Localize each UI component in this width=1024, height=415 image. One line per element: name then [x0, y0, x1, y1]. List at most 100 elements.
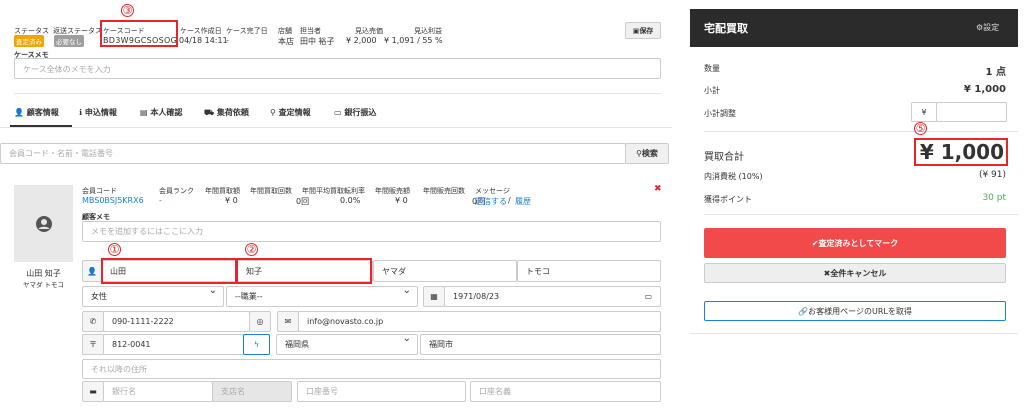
cancel-all-button[interactable]: ✖ 全件キャンセル — [704, 263, 1006, 283]
divider — [14, 93, 661, 94]
email-input[interactable]: info@novasto.co.jp — [298, 311, 661, 332]
case-memo-input[interactable]: ケース全体のメモを入力 — [14, 58, 661, 79]
postal-icon: 〒 — [82, 334, 104, 355]
phone-icon: ✆ — [82, 311, 104, 332]
staff-label: 担当者 — [300, 27, 321, 35]
message-label: メッセージ — [475, 187, 510, 195]
subtotal-adjust-input[interactable] — [936, 102, 1007, 122]
money-icon: ▭ — [334, 108, 345, 117]
job-select[interactable]: --職業-- — [226, 286, 418, 307]
user-avatar-icon — [35, 215, 52, 232]
total-label: 買取合計 — [704, 152, 744, 163]
subtotal-label: 小計 — [704, 86, 720, 95]
search-icon: ⚲ — [270, 108, 279, 117]
address-input[interactable]: それ以降の住所 — [82, 359, 661, 379]
lightning-icon[interactable]: ϟ — [243, 334, 270, 355]
customer-name: 山田 知子 — [26, 269, 61, 278]
city-input[interactable]: 福岡市 — [420, 334, 661, 355]
qty-label: 数量 — [704, 64, 720, 73]
est-profit-label: 見込利益 — [414, 27, 442, 35]
customer-memo-input[interactable]: メモを追加するにはここに入力 — [82, 221, 661, 242]
prefecture-select[interactable]: 福岡県 — [276, 334, 418, 355]
mail-icon: ✉ — [277, 311, 299, 332]
member-search-input[interactable]: 会員コード・名前・電話番号 — [0, 143, 626, 164]
credit-card-icon: ▬ — [82, 381, 104, 402]
account-number-input[interactable]: 口座番号 — [297, 381, 466, 402]
birthday-input[interactable]: 1971/08/23 ▭ — [444, 286, 661, 307]
search-button[interactable]: ⚲ 検索 — [625, 143, 669, 164]
annotation-box-case-code — [100, 20, 178, 47]
tax-value: (¥ 91) — [978, 170, 1006, 180]
qty-value: 1 点 — [985, 67, 1006, 78]
send-message-link[interactable]: 送信する — [475, 196, 507, 207]
user-icon: 👤 — [14, 108, 27, 117]
phone-input[interactable]: 090-1111-2222 — [103, 311, 250, 332]
buy-amount-label: 年間買取額 — [205, 187, 240, 195]
first-kana-input[interactable]: トモコ — [517, 260, 661, 282]
link-separator: / — [508, 196, 511, 205]
member-code-link[interactable]: MBS0BSJ5KRX6 — [82, 196, 144, 205]
est-profit-value: ¥ 1,091 / 55 % — [384, 36, 443, 45]
person-icon: 👤 — [82, 260, 102, 282]
panel-title: 宅配買取 — [704, 22, 748, 35]
tab-pickup[interactable]: ⛟ 集荷依頼 — [204, 107, 249, 118]
bank-name-input[interactable]: 銀行名 — [103, 381, 213, 402]
mark-assessed-button[interactable]: ✔ 査定済みとしてマーク — [704, 228, 1006, 258]
yen-addon: ¥ — [911, 102, 937, 122]
zip-input[interactable]: 812-0041 — [103, 334, 244, 355]
id-card-icon: ▤ — [140, 108, 151, 117]
annotation-3: ③ — [121, 4, 134, 17]
created-label: ケース作成日 — [180, 27, 222, 35]
sale-amount-label: 年間販売額 — [375, 187, 410, 195]
last-kana-input[interactable]: ヤマダ — [373, 260, 517, 282]
settings-button[interactable]: ⚙設定 — [976, 22, 999, 33]
sale-count-label: 年間販売回数 — [423, 187, 465, 195]
history-link[interactable]: 履歴 — [515, 196, 531, 207]
tab-customer[interactable]: 👤 顧客情報 — [14, 107, 59, 118]
store-label: 店舗 — [278, 27, 292, 35]
buy-count-value: 0回 — [296, 197, 310, 206]
annotation-box-first-name — [236, 258, 372, 284]
staff-value: 田中 裕子 — [300, 37, 335, 46]
points-label: 獲得ポイント — [704, 195, 752, 204]
annotation-1: ① — [108, 243, 121, 256]
calendar-icon: ▦ — [423, 286, 445, 307]
store-value: 本店 — [278, 37, 294, 46]
account-name-input[interactable]: 口座名義 — [470, 381, 661, 402]
tab-assessment[interactable]: ⚲ 査定情報 — [270, 107, 311, 118]
headset-icon[interactable]: ◎ — [249, 311, 271, 332]
tabs-divider — [0, 127, 672, 128]
avg-rate-value: 0.0% — [340, 196, 361, 205]
avg-rate-label: 年間平均買取転利率 — [302, 187, 365, 195]
est-sales-value: ¥ 2,000 — [346, 36, 377, 45]
tab-identity[interactable]: ▤ 本人確認 — [140, 107, 182, 118]
tab-bank[interactable]: ▭ 銀行振込 — [334, 107, 376, 118]
done-label: ケース完了日 — [226, 27, 268, 35]
branch-name-input: 支店名 — [212, 381, 292, 402]
tab-application[interactable]: ℹ 申込情報 — [79, 107, 117, 118]
panel-divider — [704, 131, 1018, 132]
link-icon: 🔗 — [798, 306, 809, 316]
status-badge: 査定済み — [14, 35, 44, 47]
save-button[interactable]: ▣ 保存 — [625, 22, 661, 39]
buy-amount-value: ¥ 0 — [225, 196, 238, 205]
gender-select[interactable]: 女性 — [82, 286, 224, 307]
return-status-badge: 必要なし — [54, 35, 84, 47]
get-url-button[interactable]: 🔗 お客様用ページのURLを取得 — [704, 301, 1006, 321]
annotation-2: ② — [245, 243, 258, 256]
rank-label: 会員ランク — [159, 187, 194, 195]
sale-amount-value: ¥ 0 — [395, 196, 408, 205]
annotation-box-total — [914, 138, 1008, 166]
panel-bottom-divider — [690, 333, 1018, 334]
adjust-label: 小計調整 — [704, 109, 736, 118]
est-sales-label: 見込売価 — [355, 27, 383, 35]
close-icon[interactable]: ✖ — [654, 184, 662, 194]
rank-value: - — [159, 196, 162, 205]
annotation-box-last-name — [101, 258, 237, 284]
created-date: 04/18 14:11 — [179, 36, 228, 45]
avatar — [14, 185, 73, 262]
annotation-5: ⑤ — [914, 122, 927, 135]
date-picker-icon[interactable]: ▭ — [644, 292, 652, 301]
buy-count-label: 年間買取回数 — [250, 187, 292, 195]
points-value: 30 pt — [982, 193, 1006, 203]
